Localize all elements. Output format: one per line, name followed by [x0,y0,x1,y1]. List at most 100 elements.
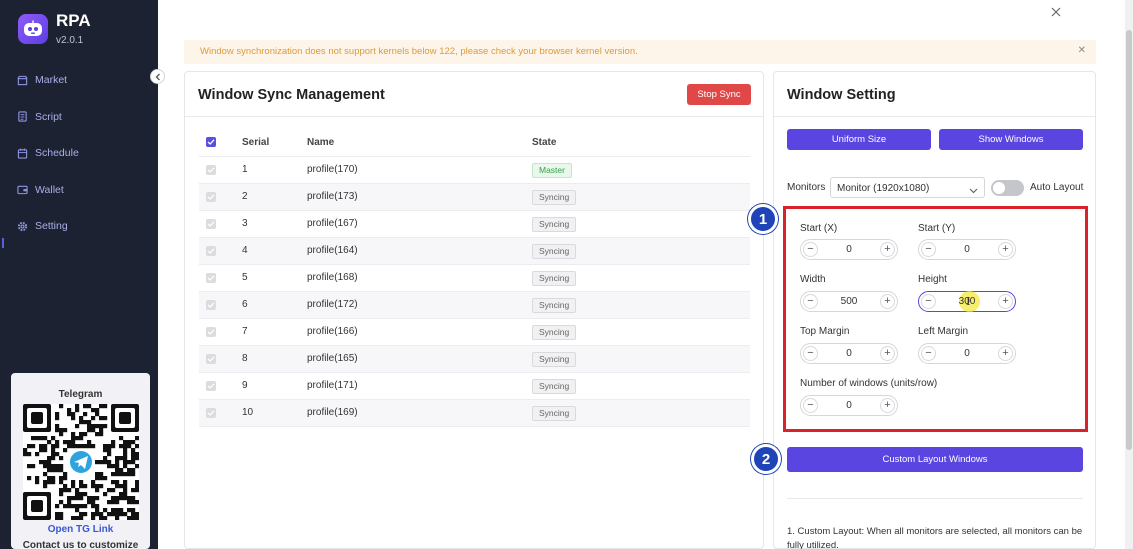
status-badge: Syncing [532,325,577,340]
table-row[interactable]: 10 profile(169) Syncing [199,400,750,427]
status-badge: Syncing [532,352,577,367]
custom-layout-windows-button[interactable]: Custom Layout Windows [787,447,1083,472]
sidebar-item-label: Setting [35,220,68,233]
row-name: profile(166) [307,326,358,337]
table-row[interactable]: 3 profile(167) Syncing [199,211,750,238]
status-badge: Syncing [532,271,577,286]
gear-icon [17,221,28,232]
contact-text: Contact us to customize [22,540,139,549]
status-badge: Syncing [532,217,577,232]
table-row[interactable]: 5 profile(168) Syncing [199,265,750,292]
row-serial: 10 [242,407,254,418]
status-badge: Syncing [532,244,577,259]
telegram-title: Telegram [58,389,103,400]
sidebar-item-label: Market [35,74,68,87]
row-serial: 5 [242,272,248,283]
column-state: State [532,137,557,148]
table-row[interactable]: 9 profile(171) Syncing [199,373,750,400]
row-name: profile(165) [307,353,358,364]
script-icon [17,111,28,122]
row-checkbox[interactable] [206,327,216,337]
table-row[interactable]: 4 profile(164) Syncing [199,238,750,265]
app-logo-icon [18,14,48,44]
wallet-icon [17,184,28,195]
sidebar-item-label: Schedule [35,147,79,160]
highlight-box [783,206,1088,432]
column-serial: Serial [242,137,270,148]
uniform-size-button[interactable]: Uniform Size [787,129,931,150]
row-name: profile(171) [307,380,358,391]
select-all-checkbox[interactable] [206,137,216,147]
divider [787,498,1083,499]
row-checkbox[interactable] [206,354,216,364]
row-name: profile(164) [307,245,358,256]
auto-layout-label: Auto Layout [1030,182,1084,193]
row-name: profile(167) [307,218,358,229]
row-checkbox[interactable] [206,273,216,283]
sidebar-item-label: Script [35,110,62,123]
show-windows-button[interactable]: Show Windows [939,129,1083,150]
row-name: profile(169) [307,407,358,418]
status-badge: Syncing [532,406,577,421]
monitor-value: Monitor (1920x1080) [837,183,930,194]
sidebar-item-script[interactable]: Script [0,99,158,136]
status-badge: Master [532,163,572,178]
status-badge: Syncing [532,379,577,394]
sidebar-nav: Market Script Schedule Wallet Setting [0,62,158,245]
row-name: profile(170) [307,164,358,175]
app-name: RPA [56,11,91,30]
table-row[interactable]: 2 profile(173) Syncing [199,184,750,211]
layout-note: 1. Custom Layout: When all monitors are … [787,526,1083,549]
chevron-left-icon [154,73,162,81]
status-badge: Syncing [532,298,577,313]
toggle-knob [993,182,1005,194]
row-checkbox[interactable] [206,192,216,202]
app-version: v2.0.1 [56,35,84,46]
row-serial: 4 [242,245,248,256]
column-name: Name [307,137,335,148]
telegram-qr-code [23,404,140,521]
row-serial: 7 [242,326,248,337]
table-row[interactable]: 6 profile(172) Syncing [199,292,750,319]
window-sync-panel: Window Sync Management Stop Sync Serial … [184,71,764,549]
sidebar-item-schedule[interactable]: Schedule [0,135,158,172]
monitor-select[interactable]: Monitor (1920x1080) [830,177,985,198]
sidebar-item-market[interactable]: Market [0,62,158,99]
row-checkbox[interactable] [206,165,216,175]
calendar-icon [17,148,28,159]
row-name: profile(172) [307,299,358,310]
stop-sync-button[interactable]: Stop Sync [687,84,751,105]
sidebar-item-setting[interactable]: Setting [0,208,158,245]
kernel-warning-alert: Window synchronization does not support … [184,40,1096,64]
step-marker-1: 1 [748,204,778,234]
status-badge: Syncing [532,190,577,205]
setting-panel-title: Window Setting [787,87,896,103]
active-indicator [2,238,4,248]
divider [185,116,763,117]
sidebar-item-wallet[interactable]: Wallet [0,172,158,209]
row-checkbox[interactable] [206,300,216,310]
open-tg-link[interactable]: Open TG Link [11,524,150,535]
table-row[interactable]: 1 profile(170) Master [199,157,750,184]
row-checkbox[interactable] [206,246,216,256]
step-marker-2: 2 [751,444,781,474]
sidebar: RPA v2.0.1 Market Script Schedule Wallet [0,0,158,549]
row-checkbox[interactable] [206,408,216,418]
table-row[interactable]: 7 profile(166) Syncing [199,319,750,346]
row-serial: 9 [242,380,248,391]
divider [774,116,1095,117]
close-icon[interactable] [1051,6,1061,17]
table-row[interactable]: 8 profile(165) Syncing [199,346,750,373]
auto-layout-toggle[interactable] [991,180,1024,196]
row-serial: 8 [242,353,248,364]
row-name: profile(168) [307,272,358,283]
table-header: Serial Name State [199,129,750,157]
chevron-down-icon [969,184,978,194]
scrollbar-thumb[interactable] [1126,30,1132,450]
alert-close-icon[interactable]: ✕ [1078,45,1086,56]
row-checkbox[interactable] [206,381,216,391]
row-checkbox[interactable] [206,219,216,229]
telegram-card: Telegram Open TG Link Contact us to cust… [11,373,150,549]
sync-table: Serial Name State 1 profile(170) Master 2 pr… [199,129,750,427]
collapse-sidebar-button[interactable] [150,69,165,84]
